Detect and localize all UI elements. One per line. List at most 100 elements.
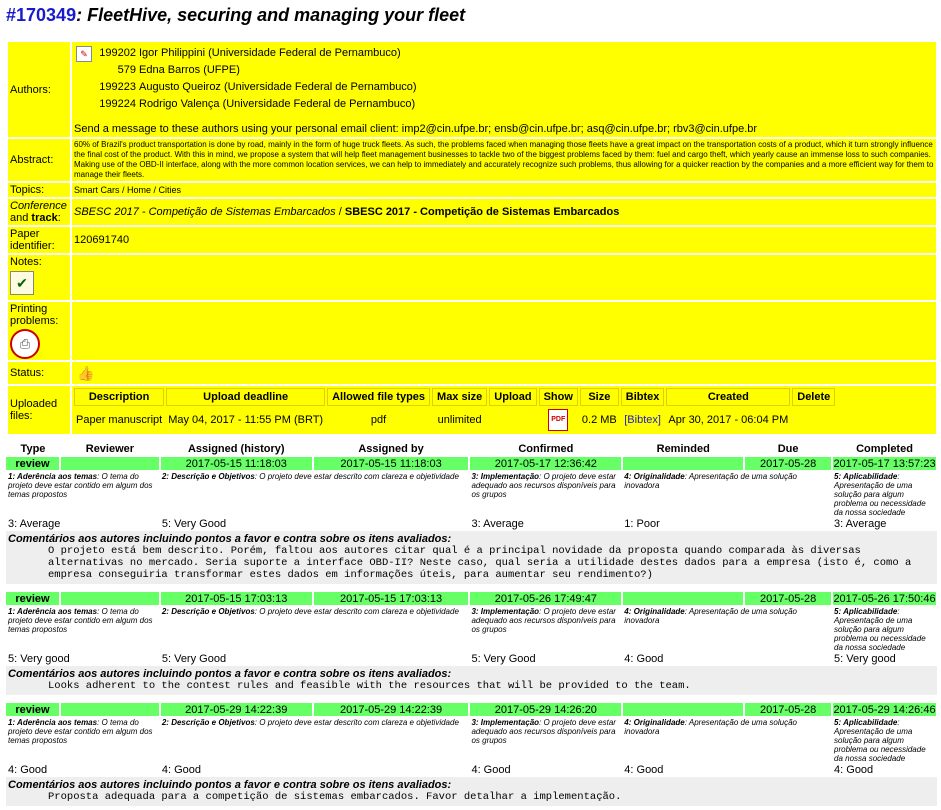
criterion-title: 2: Descrição e Objetivos	[161, 718, 255, 727]
criterion-description: 4: Originalidade: Apresentação de uma so…	[622, 470, 833, 517]
criterion-description: 2: Descrição e Objetivos: O projeto deve…	[159, 716, 470, 763]
review-type[interactable]: review	[6, 592, 61, 605]
review-confirmed: 2017-05-29 14:26:20	[469, 703, 624, 716]
review-comment: Proposta adequada para a competição de s…	[48, 791, 622, 803]
col-max-size: Max size	[432, 388, 488, 406]
criterion-description: 4: Originalidade: Apresentação de uma so…	[622, 605, 833, 652]
file-upload[interactable]	[489, 408, 537, 432]
review-assigned: 2017-05-29 14:22:39	[159, 703, 314, 716]
pdf-file-icon[interactable]: PDF	[548, 409, 569, 431]
review-confirmed: 2017-05-26 17:49:47	[469, 592, 624, 605]
review-row[interactable]: review 2017-05-15 17:03:13 2017-05-15 17:0…	[6, 592, 938, 605]
criterion-description: 3: Implementação: O projeto deve estar a…	[469, 470, 623, 517]
criterion-score: 4: Good	[624, 764, 664, 776]
criterion-score: 5: Very Good	[471, 653, 536, 665]
uploaded-label: Uploaded files:	[8, 386, 70, 434]
col-confirmed: Confirmed	[518, 443, 574, 455]
abstract-label: Abstract:	[8, 139, 70, 181]
criterion-title: 2: Descrição e Objetivos	[161, 472, 255, 481]
reviews-body: review 2017-05-15 11:18:03 2017-05-15 11:1…	[6, 457, 938, 806]
author-emails[interactable]: imp2@cin.ufpe.br; ensb@cin.ufpe.br; asq@…	[402, 123, 757, 135]
col-assigned: Assigned (history)	[187, 443, 285, 455]
printing-value	[72, 302, 936, 360]
comment-row: Comentários aos autores incluindo pontos…	[6, 666, 937, 695]
comment-header-colon: :	[447, 668, 452, 680]
criterion-text: : O projeto deve estar descrito com clar…	[254, 718, 459, 727]
criterion-score: 5: Very Good	[161, 518, 227, 530]
file-deadline: May 04, 2017 - 11:55 PM (BRT)	[166, 408, 326, 432]
review-due: 2017-05-28	[744, 703, 834, 716]
col-created: Created	[666, 388, 791, 406]
comment-header-text: Comentários aos autores incluindo pontos…	[8, 779, 448, 791]
topics-value: Smart Cars / Home / Cities	[72, 183, 936, 197]
criterion-score: 4: Good	[8, 764, 48, 776]
review-reviewer	[59, 592, 161, 605]
review-row[interactable]: review 2017-05-15 11:18:03 2017-05-15 11:1…	[6, 457, 938, 470]
bibtex-link[interactable]: [Bibtex]	[624, 414, 661, 426]
uploaded-cell: Description Upload deadline Allowed file…	[72, 386, 936, 434]
reviews-table: Type Reviewer Assigned (history) Assigne…	[6, 441, 938, 806]
col-bibtex: Bibtex	[620, 388, 665, 406]
author-row: 579 Edna Barros (UFPE)	[74, 62, 934, 79]
comment-row: Comentários aos autores incluindo pontos…	[6, 777, 937, 806]
and-label: and	[10, 212, 29, 224]
comment-header-text: Comentários aos autores incluindo pontos…	[8, 668, 448, 680]
col-delete: Delete	[792, 388, 836, 406]
printer-prohibited-icon[interactable]: ⎙	[10, 329, 40, 359]
criterion-score: 4: Good	[471, 764, 511, 776]
comment-header-text: Comentários aos autores incluindo pontos…	[8, 533, 448, 545]
comment-header-colon: :	[447, 779, 452, 791]
criterion-title: 5: Aplicabilidade	[834, 472, 898, 481]
criterion-score: 3: Average	[8, 518, 61, 530]
file-show[interactable]: PDF	[538, 408, 578, 432]
review-type[interactable]: review	[6, 703, 61, 716]
criterion-title: 4: Originalidade	[624, 607, 685, 616]
criterion-description: 5: Aplicabilidade: Apresentação de uma s…	[832, 605, 937, 652]
author-row: 199224 Rodrigo Valença (Universidade Fede…	[74, 96, 934, 113]
criterion-description: 3: Implementação: O projeto deve estar a…	[469, 716, 623, 763]
paper-number-link[interactable]: #170349	[6, 5, 76, 25]
criterion-description: 1: Aderência aos temas: O tema do projet…	[6, 605, 160, 652]
criterion-title: 3: Implementação	[471, 718, 540, 727]
printing-label-cell: Printing problems: ⎙	[8, 302, 70, 360]
topics-label: Topics:	[8, 183, 70, 197]
col-show: Show	[538, 388, 578, 406]
criterion-description: 4: Originalidade: Apresentação de uma so…	[622, 716, 833, 763]
conference-value: SBESC 2017 - Competição de Sistemas Emba…	[72, 199, 936, 225]
col-file-types: Allowed file types	[327, 388, 431, 406]
file-bibtex[interactable]: [Bibtex]	[620, 408, 665, 432]
score-row: 5: Very good 5: Very Good 5: Very Good 4: G…	[6, 652, 937, 666]
comment-header-colon: :	[447, 533, 452, 545]
criterion-title: 1: Aderência aos temas	[8, 718, 98, 727]
notes-label: Notes:	[10, 256, 42, 268]
notes-label-cell: Notes: ✔	[8, 255, 70, 300]
paper-info-table: Authors: ✎ 199202 Igor Philippini (Univer…	[6, 40, 938, 436]
criterion-description: 1: Aderência aos temas: O tema do projet…	[6, 470, 160, 517]
author-name: Edna Barros (UFPE)	[139, 63, 240, 76]
criterion-score: 1: Poor	[624, 518, 660, 530]
track-separator: /	[335, 206, 345, 218]
criteria-row: 1: Aderência aos temas: O tema do projet…	[6, 716, 937, 763]
status-value: 👍	[72, 362, 936, 384]
file-delete[interactable]	[792, 408, 836, 432]
review-due: 2017-05-28	[744, 592, 834, 605]
notepad-icon[interactable]: ✔	[10, 271, 34, 295]
criteria-row: 1: Aderência aos temas: O tema do projet…	[6, 605, 937, 652]
criterion-description: 5: Aplicabilidade: Apresentação de uma s…	[832, 470, 937, 517]
criterion-title: 3: Implementação	[471, 607, 540, 616]
add-person-icon[interactable]: ✎	[76, 45, 92, 62]
criterion-text: : O projeto deve estar descrito com clar…	[254, 607, 459, 616]
col-assigned-by: Assigned by	[358, 443, 424, 455]
criterion-title: 5: Aplicabilidade	[834, 607, 898, 616]
review-row[interactable]: review 2017-05-29 14:22:39 2017-05-29 14:2…	[6, 703, 938, 716]
review-assigned: 2017-05-15 17:03:13	[159, 592, 314, 605]
track-label: track	[31, 212, 58, 224]
reviews-header-row: Type Reviewer Assigned (history) Assigne…	[6, 441, 937, 457]
author-id: 199223	[99, 80, 136, 93]
review-spacer	[6, 695, 937, 703]
review-type[interactable]: review	[6, 457, 61, 470]
review-assigned-by: 2017-05-15 17:03:13	[312, 592, 471, 605]
conference-label: Conference and track:	[8, 199, 70, 225]
message-text: Send a message to these authors using yo…	[74, 122, 402, 135]
col-reviewer: Reviewer	[85, 443, 135, 455]
